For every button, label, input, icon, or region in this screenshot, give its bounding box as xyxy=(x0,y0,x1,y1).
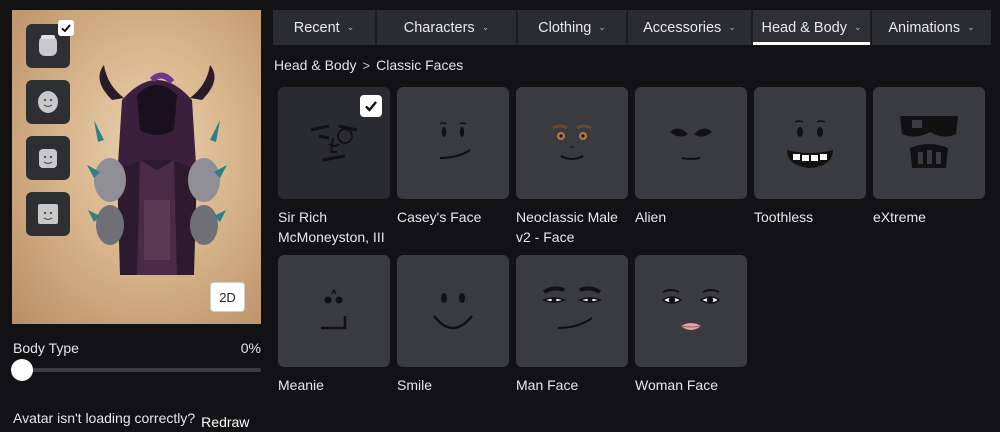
item-card[interactable] xyxy=(278,87,390,199)
tab-animations[interactable]: Animations ⌄ xyxy=(872,10,991,45)
grid-item[interactable]: Smile xyxy=(397,255,509,395)
grid-item[interactable]: Toothless xyxy=(754,87,866,227)
toothless-face-icon xyxy=(787,120,833,168)
item-name: Neoclassic Male v2 - Face xyxy=(516,209,618,245)
head-icon xyxy=(39,149,57,168)
item-name: Man Face xyxy=(516,377,579,393)
check-icon xyxy=(360,95,382,117)
body-type-slider[interactable] xyxy=(11,359,261,381)
view-2d-toggle[interactable]: 2D xyxy=(210,282,245,312)
tab-recent[interactable]: Recent ⌄ xyxy=(273,10,377,45)
body-type-label: Body Type xyxy=(13,340,79,356)
breadcrumb: Head & Body > Classic Faces xyxy=(274,57,463,73)
avatar-figure xyxy=(87,65,227,275)
grid-item[interactable]: Alien xyxy=(635,87,747,227)
breadcrumb-current: Classic Faces xyxy=(376,57,464,73)
body-type-slider-thumb[interactable] xyxy=(11,359,33,381)
tab-head-and-body[interactable]: Head & Body ⌄ xyxy=(753,10,872,45)
tab-accessories[interactable]: Accessories ⌄ xyxy=(628,10,753,45)
chevron-down-icon: ⌄ xyxy=(346,22,355,32)
man-face-icon xyxy=(541,286,603,329)
head-thumbnails xyxy=(26,20,74,248)
item-name: Sir Rich McMoneyston, III xyxy=(278,209,385,245)
item-card[interactable] xyxy=(635,255,747,367)
tab-clothing[interactable]: Clothing ⌄ xyxy=(518,10,628,45)
grid-item[interactable]: Neoclassic Male v2 - Face xyxy=(516,87,628,247)
grid-item[interactable]: Sir Rich McMoneyston, III xyxy=(278,87,390,247)
thumb-head-classic[interactable] xyxy=(26,136,70,180)
item-card[interactable] xyxy=(278,255,390,367)
item-card[interactable] xyxy=(516,255,628,367)
extreme-face-icon xyxy=(900,116,958,168)
sir-rich-face-icon xyxy=(310,124,358,162)
thumb-head-blank[interactable] xyxy=(26,20,74,68)
category-tabs: Recent ⌄ Characters ⌄ Clothing ⌄ Accessorie… xyxy=(273,10,991,45)
check-icon xyxy=(58,20,74,36)
woman-face-icon xyxy=(661,289,721,330)
grid-item[interactable]: Meanie xyxy=(278,255,390,395)
item-card[interactable] xyxy=(635,87,747,199)
neoclassic-male-face-icon xyxy=(552,124,592,160)
breadcrumb-parent[interactable]: Head & Body xyxy=(274,57,357,73)
item-name: Woman Face xyxy=(635,377,718,393)
chevron-down-icon: ⌄ xyxy=(967,22,975,32)
grid-item[interactable]: eXtreme xyxy=(873,87,985,227)
chevron-down-icon: ⌄ xyxy=(481,22,490,32)
chevron-down-icon: ⌄ xyxy=(728,22,736,32)
item-name: eXtreme xyxy=(873,209,926,225)
item-name: Meanie xyxy=(278,377,324,393)
body-type-value: 0% xyxy=(240,340,261,356)
item-card[interactable] xyxy=(873,87,985,199)
item-card[interactable] xyxy=(397,255,509,367)
head-icon xyxy=(38,204,58,224)
avatar-preview[interactable]: 2D xyxy=(12,10,261,324)
grid-item[interactable]: Woman Face xyxy=(635,255,747,395)
chevron-down-icon: ⌄ xyxy=(853,22,862,32)
grid-item[interactable]: Man Face xyxy=(516,255,628,395)
item-name: Alien xyxy=(635,209,667,225)
chevron-down-icon: ⌄ xyxy=(598,22,606,32)
redraw-link[interactable]: Redraw xyxy=(201,414,249,430)
thumb-head-block[interactable] xyxy=(26,192,70,236)
item-name: Toothless xyxy=(754,209,814,225)
smile-face-icon xyxy=(433,293,473,330)
tab-characters[interactable]: Characters ⌄ xyxy=(377,10,518,45)
item-card[interactable] xyxy=(516,87,628,199)
item-card[interactable] xyxy=(754,87,866,199)
head-icon xyxy=(38,91,58,113)
alien-face-icon xyxy=(670,128,712,160)
avatar-help: Avatar isn't loading correctly? Redraw xyxy=(13,410,249,430)
item-name: Casey's Face xyxy=(397,209,482,225)
meanie-face-icon xyxy=(321,288,347,330)
avatar-help-text: Avatar isn't loading correctly? xyxy=(13,410,196,426)
breadcrumb-separator: > xyxy=(362,57,371,73)
item-name: Smile xyxy=(397,377,433,393)
grid-item[interactable]: Casey's Face xyxy=(397,87,509,227)
thumb-head-round[interactable] xyxy=(26,80,70,124)
item-card[interactable] xyxy=(397,87,509,199)
casey-face-icon xyxy=(439,122,471,159)
body-type-row: Body Type 0% xyxy=(13,340,261,356)
